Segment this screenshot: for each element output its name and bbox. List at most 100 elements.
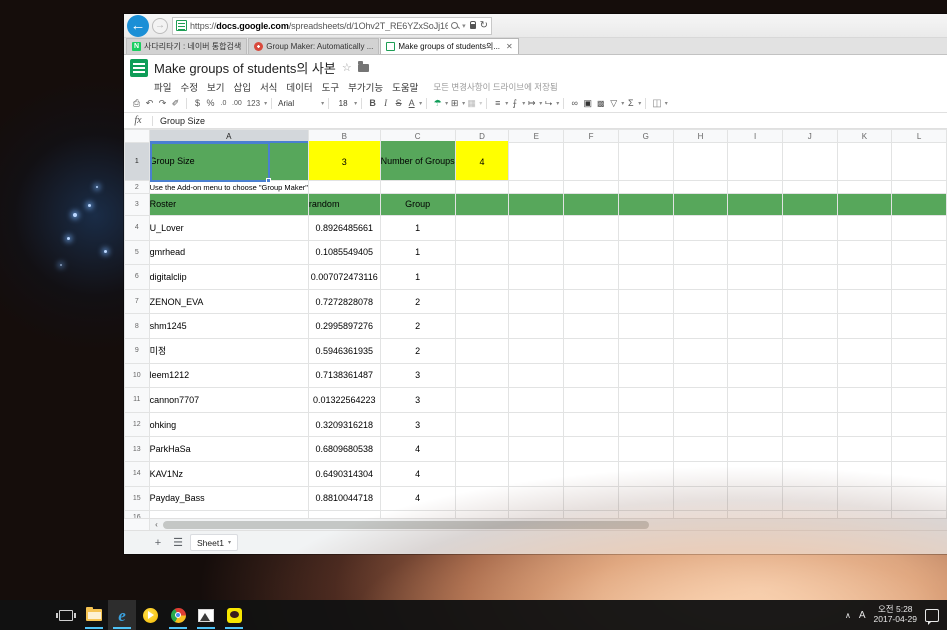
- cell-i13[interactable]: [727, 436, 783, 462]
- menu-item-help[interactable]: 도움말: [392, 80, 418, 94]
- chevron-down-icon[interactable]: ▾: [419, 100, 422, 107]
- cell-l5[interactable]: [891, 239, 947, 266]
- cell-l9[interactable]: [891, 337, 947, 364]
- cell-i4[interactable]: [727, 215, 783, 241]
- cell-d1[interactable]: 4: [454, 142, 510, 181]
- cell-random[interactable]: 0.3209316218: [307, 411, 381, 438]
- cell-j6[interactable]: [781, 264, 838, 290]
- chrome-icon[interactable]: [164, 600, 192, 630]
- cell-f10[interactable]: [563, 362, 619, 389]
- cell-d10[interactable]: [454, 362, 510, 389]
- cell-j8[interactable]: [781, 313, 838, 339]
- cell-c2[interactable]: [379, 180, 456, 194]
- search-icon[interactable]: [451, 22, 459, 29]
- cell-h12[interactable]: [672, 411, 729, 438]
- menu-item-file[interactable]: 파일: [154, 80, 171, 94]
- cell-g13[interactable]: [617, 436, 674, 462]
- cell-group[interactable]: 3: [379, 411, 456, 438]
- cell-i5[interactable]: [727, 239, 783, 266]
- cell-j2[interactable]: [781, 180, 838, 194]
- cell-roster[interactable]: digitalclip: [148, 264, 309, 290]
- cell-h5[interactable]: [672, 239, 729, 266]
- cell-k7[interactable]: [836, 288, 893, 315]
- cell-f2[interactable]: [563, 180, 619, 194]
- kakaotalk-icon[interactable]: [220, 600, 248, 630]
- start-button[interactable]: [0, 600, 52, 630]
- browser-tab-group-maker[interactable]: Group Maker: Automatically ...: [248, 38, 380, 54]
- font-size-selector[interactable]: 18: [333, 99, 353, 108]
- cell-random[interactable]: 0.8926485661: [307, 215, 381, 241]
- cell-j16[interactable]: [781, 510, 838, 518]
- cell-a3[interactable]: Roster: [148, 193, 309, 216]
- horizontal-scrollbar[interactable]: ‹: [124, 518, 947, 531]
- more-formats-icon[interactable]: 123: [244, 96, 263, 111]
- cell-f16[interactable]: [563, 510, 619, 518]
- cell-l12[interactable]: [891, 411, 947, 438]
- scrollbar-thumb[interactable]: [163, 520, 650, 529]
- cell-l8[interactable]: [891, 313, 947, 339]
- row-header[interactable]: 15: [124, 485, 150, 512]
- cell-g10[interactable]: [617, 362, 674, 389]
- sheet-tab-sheet1[interactable]: Sheet1 ▾: [190, 534, 238, 551]
- folder-icon[interactable]: [357, 61, 369, 72]
- cell-f4[interactable]: [563, 215, 619, 241]
- insert-comment-icon[interactable]: ▣: [581, 96, 594, 111]
- paint-format-icon[interactable]: ✐: [169, 96, 182, 111]
- cell-k2[interactable]: [836, 180, 893, 194]
- cell-j10[interactable]: [781, 362, 838, 389]
- browser-tab-naver[interactable]: 사다리타기 : 네이버 통합검색: [126, 38, 248, 54]
- cell-random[interactable]: 0.5946361935: [307, 337, 381, 364]
- cell-i8[interactable]: [727, 313, 783, 339]
- cell-l4[interactable]: [891, 215, 947, 241]
- cell-g3[interactable]: [617, 193, 674, 216]
- fill-color-icon[interactable]: ☂: [431, 96, 444, 111]
- file-explorer-icon[interactable]: [80, 600, 108, 630]
- cell-b2[interactable]: [307, 180, 381, 194]
- row-header[interactable]: 7: [124, 288, 150, 315]
- cell-k8[interactable]: [836, 313, 893, 339]
- cell-f15[interactable]: [563, 485, 619, 512]
- cell-f8[interactable]: [563, 313, 619, 339]
- functions-icon[interactable]: Σ: [624, 96, 637, 111]
- cell-l15[interactable]: [891, 485, 947, 512]
- cell-h3[interactable]: [672, 193, 729, 216]
- cell-l6[interactable]: [891, 264, 947, 290]
- cell-b3[interactable]: random: [307, 193, 381, 216]
- cell-g14[interactable]: [617, 460, 674, 487]
- cell-h8[interactable]: [672, 313, 729, 339]
- chevron-down-icon[interactable]: ▾: [228, 539, 231, 546]
- print-icon[interactable]: ⎙: [130, 96, 143, 111]
- cell-e9[interactable]: [508, 337, 565, 364]
- row-header[interactable]: 8: [124, 313, 150, 339]
- row-header[interactable]: 9: [124, 337, 150, 364]
- column-header-j[interactable]: J: [781, 129, 838, 143]
- cell-g12[interactable]: [617, 411, 674, 438]
- cell-d3[interactable]: [454, 193, 510, 216]
- add-sheet-icon[interactable]: +: [150, 535, 166, 551]
- cell-j9[interactable]: [781, 337, 838, 364]
- text-wrap-icon[interactable]: ↦: [525, 96, 538, 111]
- cell-group[interactable]: 2: [379, 337, 456, 364]
- cell-e7[interactable]: [508, 288, 565, 315]
- formula-input[interactable]: Group Size: [153, 116, 205, 126]
- cell-roster[interactable]: 미정: [148, 337, 309, 364]
- cell-e1[interactable]: [508, 142, 565, 181]
- insert-link-icon[interactable]: ∞: [568, 96, 581, 111]
- bold-icon[interactable]: B: [366, 96, 379, 111]
- cell-g9[interactable]: [617, 337, 674, 364]
- cell-random[interactable]: 0.6490314304: [307, 460, 381, 487]
- cell-e10[interactable]: [508, 362, 565, 389]
- cell-l11[interactable]: [891, 387, 947, 413]
- cell-l2[interactable]: [891, 180, 947, 194]
- ime-indicator[interactable]: A: [859, 610, 866, 621]
- cell-h10[interactable]: [672, 362, 729, 389]
- chevron-down-icon[interactable]: ▾: [556, 100, 559, 107]
- cell-h15[interactable]: [672, 485, 729, 512]
- photos-icon[interactable]: [192, 600, 220, 630]
- cell-g7[interactable]: [617, 288, 674, 315]
- column-header-g[interactable]: G: [617, 129, 674, 143]
- cell-l16[interactable]: [891, 510, 947, 518]
- column-header-i[interactable]: I: [727, 129, 783, 143]
- cell-f11[interactable]: [563, 387, 619, 413]
- row-header[interactable]: 16: [124, 510, 150, 518]
